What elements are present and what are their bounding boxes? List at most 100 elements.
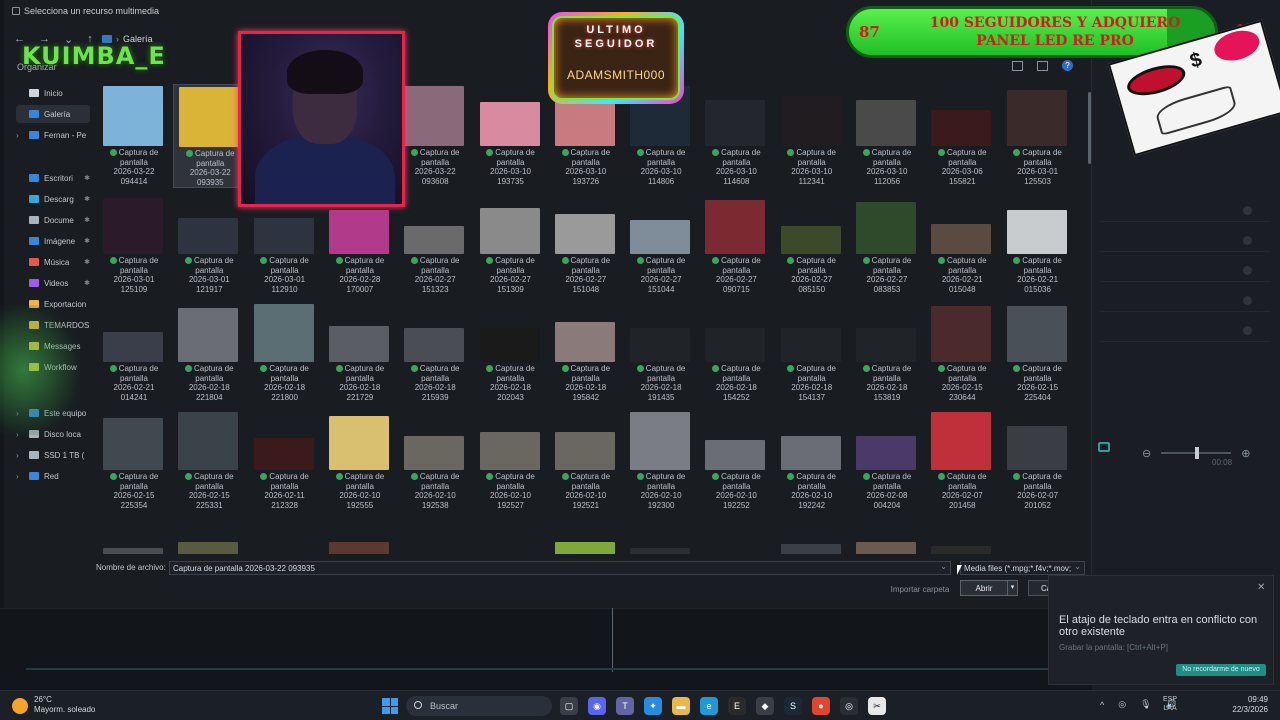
file-tile[interactable]: Captura de pantalla 2026-02-18 221804: [173, 300, 243, 404]
zoom-slider-knob[interactable]: [1195, 447, 1200, 459]
chevron-right-icon[interactable]: ›: [16, 131, 24, 140]
view-mode-icon[interactable]: [1012, 60, 1023, 71]
sidebar-item[interactable]: › Fernan - Pe: [16, 126, 90, 144]
teams-icon[interactable]: T: [616, 697, 634, 715]
file-tile[interactable]: Captura de pantalla 2026-02-10 192538: [399, 408, 469, 512]
zoom-slider[interactable]: [1161, 447, 1232, 459]
file-tile[interactable]: Captura de pantalla 2026-02-27 085150: [776, 192, 846, 296]
file-tile[interactable]: [851, 516, 921, 554]
steam-icon[interactable]: S: [784, 697, 802, 715]
file-tile[interactable]: [776, 516, 846, 554]
file-tile[interactable]: Captura de pantalla 2026-03-10 193735: [475, 84, 545, 188]
weather-widget[interactable]: 26°C Mayorm. soleado: [34, 695, 95, 715]
sidebar-item[interactable]: Música ✱: [16, 253, 90, 271]
file-tile[interactable]: Captura de pantalla 2026-03-22 093935: [173, 84, 244, 188]
file-tile[interactable]: Captura de pantalla 2026-02-08 004204: [851, 408, 921, 512]
epic-icon[interactable]: E: [728, 697, 746, 715]
sidebar-item[interactable]: Imágene ✱: [16, 232, 90, 250]
discord-icon[interactable]: ◉: [588, 697, 606, 715]
file-tile[interactable]: Captura de pantalla 2026-02-15 225331: [173, 408, 243, 512]
help-icon[interactable]: ?: [1062, 60, 1073, 71]
vertical-scrollbar[interactable]: [1088, 92, 1091, 164]
split-icon[interactable]: [1098, 442, 1110, 452]
file-tile[interactable]: [324, 516, 394, 554]
file-tile[interactable]: Captura de pantalla 2026-02-10 192555: [324, 408, 394, 512]
file-tile[interactable]: Captura de pantalla 2026-02-10 192242: [776, 408, 846, 512]
file-tile[interactable]: Captura de pantalla 2026-03-10 112056: [851, 84, 921, 188]
chevron-down-icon[interactable]: ⌄: [940, 562, 947, 571]
file-tile[interactable]: Captura de pantalla 2026-02-15 225354: [98, 408, 168, 512]
import-folder-button[interactable]: Importar carpeta: [888, 582, 952, 596]
timeline-area[interactable]: [0, 608, 1092, 690]
weather-icon[interactable]: [12, 698, 28, 714]
file-tile[interactable]: Captura de pantalla 2026-02-10 192527: [475, 408, 545, 512]
preview-pane-icon[interactable]: [1037, 60, 1048, 71]
sidebar-item[interactable]: Descarg ✱: [16, 190, 90, 208]
file-tile[interactable]: Captura de pantalla 2026-02-10 192521: [550, 408, 620, 512]
file-tile[interactable]: Captura de pantalla 2026-02-18 154137: [776, 300, 846, 404]
sidebar-item[interactable]: Inicio: [16, 84, 90, 102]
file-tile[interactable]: [926, 516, 996, 554]
file-tile[interactable]: Captura de pantalla 2026-02-27 090715: [700, 192, 770, 296]
toggle-icon[interactable]: [1243, 326, 1252, 335]
file-tile[interactable]: [1002, 516, 1072, 554]
file-tile[interactable]: Captura de pantalla 2026-02-07 201458: [926, 408, 996, 512]
sidebar-item[interactable]: Docume ✱: [16, 211, 90, 229]
toggle-icon[interactable]: [1243, 236, 1252, 245]
file-tile[interactable]: Captura de pantalla 2026-02-27 151323: [399, 192, 469, 296]
file-tile[interactable]: [249, 516, 319, 554]
sidebar-item[interactable]: Galería: [16, 105, 90, 123]
sidebar-item[interactable]: › SSD 1 TB (: [16, 446, 90, 464]
file-tile[interactable]: [700, 516, 770, 554]
obs-icon[interactable]: ◎: [840, 697, 858, 715]
capcut-icon[interactable]: ✂: [868, 697, 886, 715]
chevron-right-icon[interactable]: ›: [16, 451, 24, 460]
file-tile[interactable]: Captura de pantalla 2026-02-18 195842: [550, 300, 620, 404]
copilot-icon[interactable]: ✦: [644, 697, 662, 715]
language-indicator[interactable]: ESP LAA: [1163, 695, 1177, 713]
zoom-out-icon[interactable]: ⊖: [1142, 447, 1151, 460]
file-tile[interactable]: [625, 516, 695, 554]
file-tile[interactable]: Captura de pantalla 2026-03-01 112910: [249, 192, 319, 296]
file-tile[interactable]: Captura de pantalla 2026-02-10 192252: [700, 408, 770, 512]
file-tile[interactable]: Captura de pantalla 2026-02-21 014241: [98, 300, 168, 404]
file-tile[interactable]: Captura de pantalla 2026-02-21 015048: [926, 192, 996, 296]
toggle-icon[interactable]: [1243, 206, 1252, 215]
file-tile[interactable]: Captura de pantalla 2026-03-01 125503: [1002, 84, 1072, 188]
file-tile[interactable]: Captura de pantalla 2026-02-21 015036: [1002, 192, 1072, 296]
chevron-down-icon[interactable]: ⌄: [1074, 562, 1081, 571]
file-tile[interactable]: Captura de pantalla 2026-02-11 212328: [249, 408, 319, 512]
file-tile[interactable]: [475, 516, 545, 554]
file-tile[interactable]: Captura de pantalla 2026-02-18 221800: [249, 300, 319, 404]
open-dropdown-icon[interactable]: ▾: [1007, 581, 1017, 595]
file-tile[interactable]: Captura de pantalla 2026-03-01 125109: [98, 192, 168, 296]
playhead[interactable]: [612, 608, 613, 672]
file-tile[interactable]: Captura de pantalla 2026-02-18 221729: [324, 300, 394, 404]
file-tile[interactable]: Captura de pantalla 2026-02-07 201052: [1002, 408, 1072, 512]
sidebar-item[interactable]: Videos ✱: [16, 274, 90, 292]
file-tile[interactable]: Captura de pantalla 2026-02-18 202043: [475, 300, 545, 404]
file-tile[interactable]: Captura de pantalla 2026-03-06 155821: [926, 84, 996, 188]
panel-row[interactable]: [1100, 290, 1270, 312]
toggle-icon[interactable]: [1243, 266, 1252, 275]
chevron-right-icon[interactable]: ›: [16, 472, 24, 481]
dont-remind-button[interactable]: No recordarme de nuevo: [1176, 664, 1266, 676]
show-hidden-icon[interactable]: ^: [1100, 700, 1104, 710]
edge-icon[interactable]: e: [700, 697, 718, 715]
file-tile[interactable]: Captura de pantalla 2026-03-22 094414: [98, 84, 168, 188]
explorer-icon[interactable]: ▬: [672, 697, 690, 715]
file-tile[interactable]: Captura de pantalla 2026-02-27 151048: [550, 192, 620, 296]
chrome-icon[interactable]: ●: [812, 697, 830, 715]
start-icon[interactable]: [382, 698, 398, 714]
file-tile[interactable]: Captura de pantalla 2026-02-18 153819: [851, 300, 921, 404]
file-tile[interactable]: [399, 516, 469, 554]
file-tile[interactable]: [173, 516, 243, 554]
sidebar-item[interactable]: Escritori ✱: [16, 169, 90, 187]
file-tile[interactable]: Captura de pantalla 2026-03-01 121917: [173, 192, 243, 296]
toggle-icon[interactable]: [1243, 296, 1252, 305]
obs-tray-icon[interactable]: ◎: [1118, 699, 1126, 710]
file-tile[interactable]: Captura de pantalla 2026-02-18 191435: [625, 300, 695, 404]
panel-row[interactable]: [1100, 200, 1270, 222]
file-tile[interactable]: Captura de pantalla 2026-02-15 230644: [926, 300, 996, 404]
file-tile[interactable]: [98, 516, 168, 554]
